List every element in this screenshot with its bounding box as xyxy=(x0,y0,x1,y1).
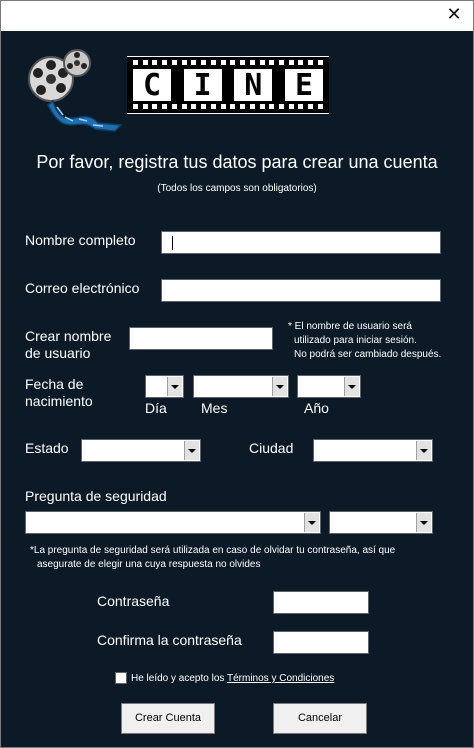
email-label: Correo electrónico xyxy=(25,280,140,296)
registration-form: C I N E Por favor, registra tus datos pa… xyxy=(1,31,473,747)
cancel-button[interactable]: Cancelar xyxy=(273,703,367,734)
security-question-label: Pregunta de seguridad xyxy=(25,488,167,504)
password-input[interactable] xyxy=(273,591,369,614)
chevron-down-icon[interactable] xyxy=(304,513,319,532)
birthdate-label-line2: nacimiento xyxy=(25,393,93,409)
email-input[interactable] xyxy=(161,279,441,302)
create-account-button[interactable]: Crear Cuenta xyxy=(121,703,215,734)
logo-letter: N xyxy=(234,68,273,103)
username-label-line1: Crear nombre xyxy=(25,328,112,344)
chevron-down-icon[interactable] xyxy=(272,377,287,396)
logo-letter: C xyxy=(133,68,171,103)
city-select[interactable] xyxy=(313,439,433,462)
terms-prefix: He leído y acepto los xyxy=(131,673,225,684)
terms-checkbox[interactable] xyxy=(115,672,127,684)
cine-logo: C I N E xyxy=(127,56,329,114)
confirm-password-label: Confirma la contraseña xyxy=(97,632,242,648)
username-label-line2: de usuario xyxy=(25,345,91,361)
state-label: Estado xyxy=(25,440,69,456)
username-note-line1: * El nombre de usuario será xyxy=(288,321,412,332)
terms-link[interactable]: Términos y Condiciones xyxy=(227,673,334,684)
terms-label: He leído y acepto los Términos y Condici… xyxy=(131,672,334,685)
username-note-line3: No podrá ser cambiado después. xyxy=(294,349,442,360)
required-note: (Todos los campos son obligatorios) xyxy=(157,183,317,194)
title-bar: ✕ xyxy=(1,1,473,31)
day-select[interactable] xyxy=(145,375,184,398)
page-title: Por favor, registra tus datos para crear… xyxy=(36,152,438,172)
close-icon[interactable]: ✕ xyxy=(443,4,465,26)
birthdate-label-line1: Fecha de xyxy=(25,376,84,392)
password-label: Contraseña xyxy=(97,593,170,609)
security-answer-select[interactable] xyxy=(329,511,433,534)
full-name-label: Nombre completo xyxy=(25,232,136,248)
username-note-line2: utilizado para iniciar sesión. xyxy=(294,335,417,346)
confirm-password-input[interactable] xyxy=(273,631,369,654)
chevron-down-icon[interactable] xyxy=(416,513,431,532)
registration-window: ✕ C I N E Por favor, registra tus datos … xyxy=(0,0,474,748)
day-label: Día xyxy=(145,400,167,416)
year-select[interactable] xyxy=(297,375,361,398)
film-perforations-top xyxy=(133,60,323,66)
film-reel-icon xyxy=(28,49,123,132)
film-perforations-bottom xyxy=(133,104,323,110)
logo-letters: C I N E xyxy=(133,68,323,103)
chevron-down-icon[interactable] xyxy=(184,441,199,460)
chevron-down-icon[interactable] xyxy=(416,441,431,460)
logo-letter: E xyxy=(284,68,323,103)
logo-letter: I xyxy=(183,68,222,103)
city-label: Ciudad xyxy=(249,440,294,456)
month-label: Mes xyxy=(201,400,228,416)
year-label: Año xyxy=(304,400,329,416)
month-select[interactable] xyxy=(193,375,289,398)
security-note-line2: asegurate de elegir una cuya respuesta n… xyxy=(37,559,261,570)
state-select[interactable] xyxy=(81,439,201,462)
security-question-select[interactable] xyxy=(25,511,321,534)
chevron-down-icon[interactable] xyxy=(167,377,182,396)
username-input[interactable] xyxy=(129,327,273,350)
security-note-line1: *La pregunta de seguridad será utilizada… xyxy=(30,545,396,556)
full-name-input[interactable] xyxy=(161,231,441,254)
chevron-down-icon[interactable] xyxy=(344,377,359,396)
